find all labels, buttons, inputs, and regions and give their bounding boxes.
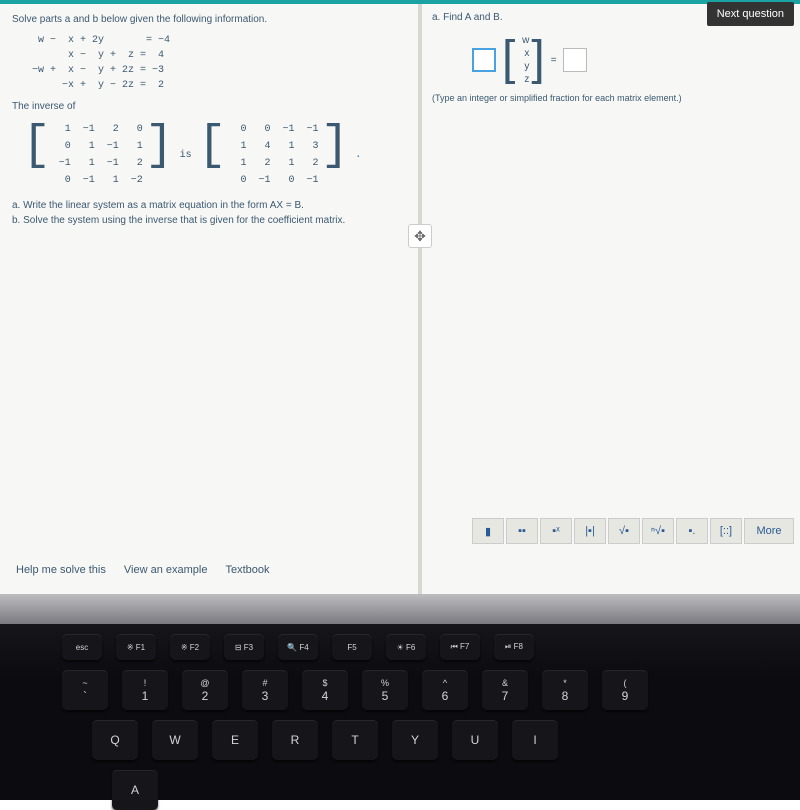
matrix-equation: [ w x y z ] =	[472, 33, 790, 87]
key-tilde: ~`	[62, 670, 108, 710]
key-r: R	[272, 720, 318, 760]
key-f8: ⏯ F8	[494, 634, 534, 660]
key-f6: ☀ F6	[386, 634, 426, 660]
key-f5: F5	[332, 634, 372, 660]
system-equations: w − x + 2y = −4 x − y + z = 4 −w + x − y…	[32, 33, 406, 93]
help-link[interactable]: Help me solve this	[16, 564, 106, 576]
left-panel: Solve parts a and b below given the foll…	[0, 4, 418, 594]
matrix-a: 1−120 01−11 −11−12 0−11−2	[51, 120, 145, 190]
key-f2: ※ F2	[170, 634, 210, 660]
key-7: &7	[482, 670, 528, 710]
tool-matrix[interactable]: [::]	[710, 518, 742, 544]
key-6: ^6	[422, 670, 468, 710]
example-link[interactable]: View an example	[124, 564, 208, 576]
tool-exponent[interactable]: ▪ˣ	[540, 518, 572, 544]
key-3: #3	[242, 670, 288, 710]
tool-sub[interactable]: ▪.	[676, 518, 708, 544]
variable-vector: w x y z	[515, 33, 531, 87]
key-e: E	[212, 720, 258, 760]
right-panel: Next question a. Find A and B. [ w x y z…	[422, 4, 800, 594]
matrix-b: 00−1−1 1413 1212 0−10−1	[226, 120, 320, 190]
tool-sqrt[interactable]: √▪	[608, 518, 640, 544]
matrix-input-b[interactable]	[563, 48, 587, 72]
question-b: b. Solve the system using the inverse th…	[12, 213, 406, 228]
matrix-input-a[interactable]	[472, 48, 496, 72]
math-toolbar: ▮ ▪▪ ▪ˣ |▪| √▪ ⁿ√▪ ▪. [::] More	[472, 518, 794, 544]
key-u: U	[452, 720, 498, 760]
key-f3: ⊟ F3	[224, 634, 264, 660]
tool-mixed[interactable]: ▪▪	[506, 518, 538, 544]
tool-nroot[interactable]: ⁿ√▪	[642, 518, 674, 544]
key-2: @2	[182, 670, 228, 710]
key-i: I	[512, 720, 558, 760]
type-hint: (Type an integer or simplified fraction …	[432, 93, 790, 103]
key-q: Q	[92, 720, 138, 760]
key-f4: 🔍 F4	[278, 634, 318, 660]
key-8: *8	[542, 670, 588, 710]
key-4: $4	[302, 670, 348, 710]
key-f7: ⏮ F7	[440, 634, 480, 660]
tool-abs[interactable]: |▪|	[574, 518, 606, 544]
key-a: A	[112, 770, 158, 810]
tool-more[interactable]: More	[744, 518, 794, 544]
next-question-button[interactable]: Next question	[707, 2, 794, 26]
key-y: Y	[392, 720, 438, 760]
laptop-keyboard: esc ※ F1 ※ F2 ⊟ F3 🔍 F4 F5 ☀ F6 ⏮ F7 ⏯ F…	[0, 594, 800, 800]
laptop-hinge	[0, 594, 800, 624]
key-w: W	[152, 720, 198, 760]
textbook-link[interactable]: Textbook	[225, 564, 269, 576]
tool-fraction[interactable]: ▮	[472, 518, 504, 544]
footer-links: Help me solve this View an example Textb…	[16, 564, 269, 576]
question-a: a. Write the linear system as a matrix e…	[12, 198, 406, 213]
inverse-label: The inverse of	[12, 99, 406, 114]
is-label: is	[180, 148, 192, 163]
intro-text: Solve parts a and b below given the foll…	[12, 12, 406, 27]
key-esc: esc	[62, 634, 102, 660]
equals-sign: =	[551, 55, 557, 66]
key-1: !1	[122, 670, 168, 710]
key-f1: ※ F1	[116, 634, 156, 660]
key-t: T	[332, 720, 378, 760]
matrix-inverse-block: [ 1−120 01−11 −11−12 0−11−2 ] is [ 00−1−…	[22, 120, 406, 190]
key-9: (9	[602, 670, 648, 710]
key-5: %5	[362, 670, 408, 710]
